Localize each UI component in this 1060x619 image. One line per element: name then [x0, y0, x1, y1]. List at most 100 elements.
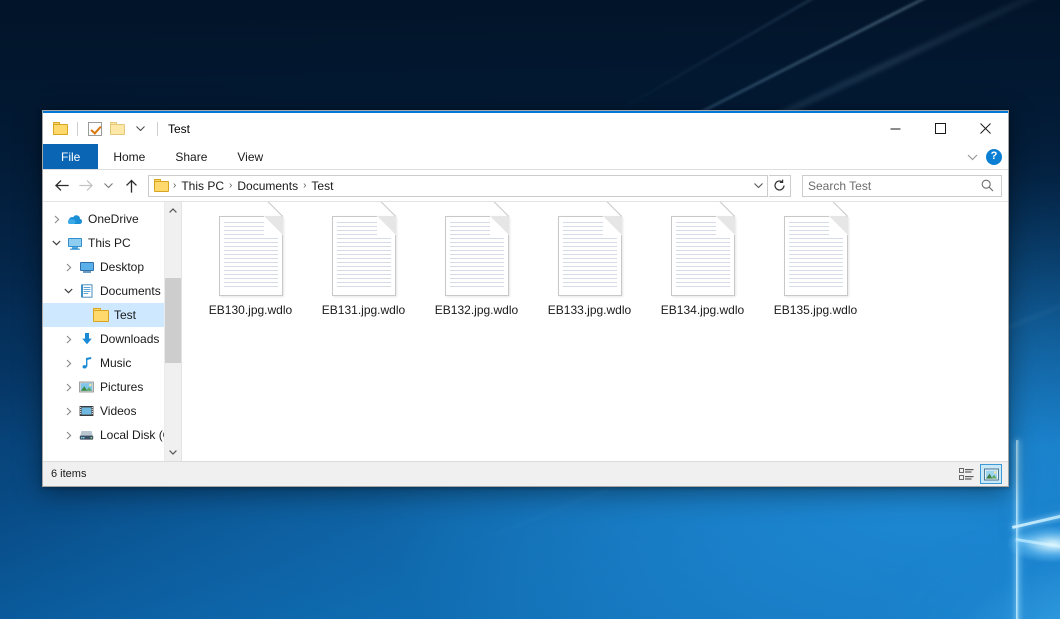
this-pc-icon	[65, 237, 84, 250]
status-bar: 6 items	[43, 461, 1008, 486]
chevron-right-icon[interactable]	[60, 335, 77, 344]
chevron-down-icon[interactable]	[48, 240, 65, 246]
onedrive-icon	[65, 214, 84, 225]
sidebar-item-label: This PC	[84, 236, 131, 250]
view-toggle-group	[955, 462, 1002, 486]
sidebar-item-documents[interactable]: Documents	[43, 279, 164, 303]
downloads-icon	[77, 332, 96, 346]
breadcrumb-folder-icon	[149, 179, 172, 192]
breadcrumb-item-this-pc[interactable]: This PC	[177, 176, 228, 196]
chevron-right-icon[interactable]	[60, 263, 77, 272]
file-name-label: EB134.jpg.wdlo	[658, 302, 747, 318]
toolbar-divider	[157, 122, 158, 136]
new-folder-icon[interactable]	[107, 118, 128, 139]
sidebar-item-label: Downloads	[96, 332, 159, 346]
chevron-right-icon[interactable]	[60, 431, 77, 440]
sidebar-item-label: Test	[110, 308, 136, 322]
documents-icon	[77, 284, 96, 298]
file-name-label: EB133.jpg.wdlo	[545, 302, 634, 318]
sidebar-item-this-pc[interactable]: This PC	[43, 231, 164, 255]
search-box[interactable]	[802, 175, 1002, 197]
scroll-down-arrow-icon[interactable]	[165, 444, 181, 461]
chevron-right-icon[interactable]	[60, 359, 77, 368]
title-bar: Test	[43, 113, 1008, 144]
recent-locations-chevron-icon[interactable]	[99, 174, 118, 198]
local-disk-icon	[77, 429, 96, 441]
scrollbar-thumb[interactable]	[165, 278, 181, 364]
folder-icon[interactable]	[50, 118, 71, 139]
maximize-button[interactable]	[918, 113, 963, 144]
chevron-down-icon[interactable]	[130, 118, 151, 139]
ribbon-tab-strip: File Home Share View ?	[43, 144, 1008, 170]
sidebar-item-label: Desktop	[96, 260, 144, 274]
details-view-button[interactable]	[955, 464, 977, 484]
folder-icon	[91, 308, 110, 322]
tab-file[interactable]: File	[43, 144, 98, 169]
sidebar-item-label: Pictures	[96, 380, 143, 394]
sidebar-item-videos[interactable]: Videos	[43, 399, 164, 423]
chevron-right-icon[interactable]	[60, 407, 77, 416]
navigation-pane: OneDrive	[43, 202, 182, 461]
refresh-icon[interactable]	[769, 175, 791, 197]
file-item[interactable]: EB131.jpg.wdlo	[307, 212, 420, 332]
close-button[interactable]	[963, 113, 1008, 144]
chevron-down-icon[interactable]	[60, 288, 77, 294]
generic-document-icon	[558, 216, 622, 296]
back-button[interactable]	[49, 174, 73, 198]
file-item[interactable]: EB134.jpg.wdlo	[646, 212, 759, 332]
sidebar-item-label: Local Disk (C:)	[96, 428, 164, 442]
breadcrumb-item-documents[interactable]: Documents	[233, 176, 302, 196]
pictures-icon	[77, 381, 96, 393]
sidebar-item-desktop[interactable]: Desktop	[43, 255, 164, 279]
sidebar-scrollbar[interactable]	[164, 202, 181, 461]
sidebar-item-label: Music	[96, 356, 131, 370]
sidebar-item-label: Videos	[96, 404, 136, 418]
sidebar-item-local-disk-c[interactable]: Local Disk (C:)	[43, 423, 164, 447]
search-input[interactable]	[803, 179, 978, 193]
properties-icon[interactable]	[84, 118, 105, 139]
help-icon[interactable]: ?	[986, 149, 1002, 165]
sidebar-item-label: Documents	[96, 284, 161, 298]
file-item[interactable]: EB133.jpg.wdlo	[533, 212, 646, 332]
file-item[interactable]: EB135.jpg.wdlo	[759, 212, 872, 332]
windows-logo-watermark	[1000, 430, 1060, 619]
sidebar-item-music[interactable]: Music	[43, 351, 164, 375]
ribbon-right-controls: ?	[967, 144, 1002, 169]
tab-view[interactable]: View	[222, 144, 278, 169]
sidebar-item-test[interactable]: Test	[43, 303, 164, 327]
large-icons-view-button[interactable]	[980, 464, 1002, 484]
window-body: OneDrive	[43, 201, 1008, 461]
forward-button[interactable]	[74, 174, 98, 198]
scrollbar-track[interactable]	[165, 219, 181, 444]
minimize-button[interactable]	[873, 113, 918, 144]
address-dropdown-chevron-icon[interactable]	[750, 176, 767, 196]
expand-ribbon-chevron-icon[interactable]	[967, 148, 978, 166]
sidebar-item-downloads[interactable]: Downloads	[43, 327, 164, 351]
search-icon	[978, 179, 1001, 192]
chevron-right-icon[interactable]	[48, 215, 65, 224]
breadcrumb[interactable]: › This PC › Documents › Test	[148, 175, 768, 197]
generic-document-icon	[332, 216, 396, 296]
file-name-label: EB130.jpg.wdlo	[206, 302, 295, 318]
scroll-up-arrow-icon[interactable]	[165, 202, 181, 219]
file-name-label: EB132.jpg.wdlo	[432, 302, 521, 318]
toolbar-divider	[77, 122, 78, 136]
tab-share[interactable]: Share	[160, 144, 222, 169]
file-item[interactable]: EB132.jpg.wdlo	[420, 212, 533, 332]
file-item[interactable]: EB130.jpg.wdlo	[194, 212, 307, 332]
address-bar-row: › This PC › Documents › Test	[43, 170, 1008, 201]
chevron-right-icon[interactable]	[60, 383, 77, 392]
file-name-label: EB131.jpg.wdlo	[319, 302, 408, 318]
file-list-view[interactable]: EB130.jpg.wdlo EB131.jpg.wdlo	[182, 202, 1008, 461]
videos-icon	[77, 405, 96, 417]
quick-access-toolbar	[43, 118, 162, 139]
tab-home[interactable]: Home	[98, 144, 160, 169]
sidebar-item-pictures[interactable]: Pictures	[43, 375, 164, 399]
sidebar-item-label: OneDrive	[84, 212, 139, 226]
up-button[interactable]	[119, 174, 143, 198]
file-name-label: EB135.jpg.wdlo	[771, 302, 860, 318]
breadcrumb-item-test[interactable]: Test	[307, 176, 337, 196]
generic-document-icon	[671, 216, 735, 296]
window-title: Test	[168, 122, 190, 136]
sidebar-item-onedrive[interactable]: OneDrive	[43, 207, 164, 231]
